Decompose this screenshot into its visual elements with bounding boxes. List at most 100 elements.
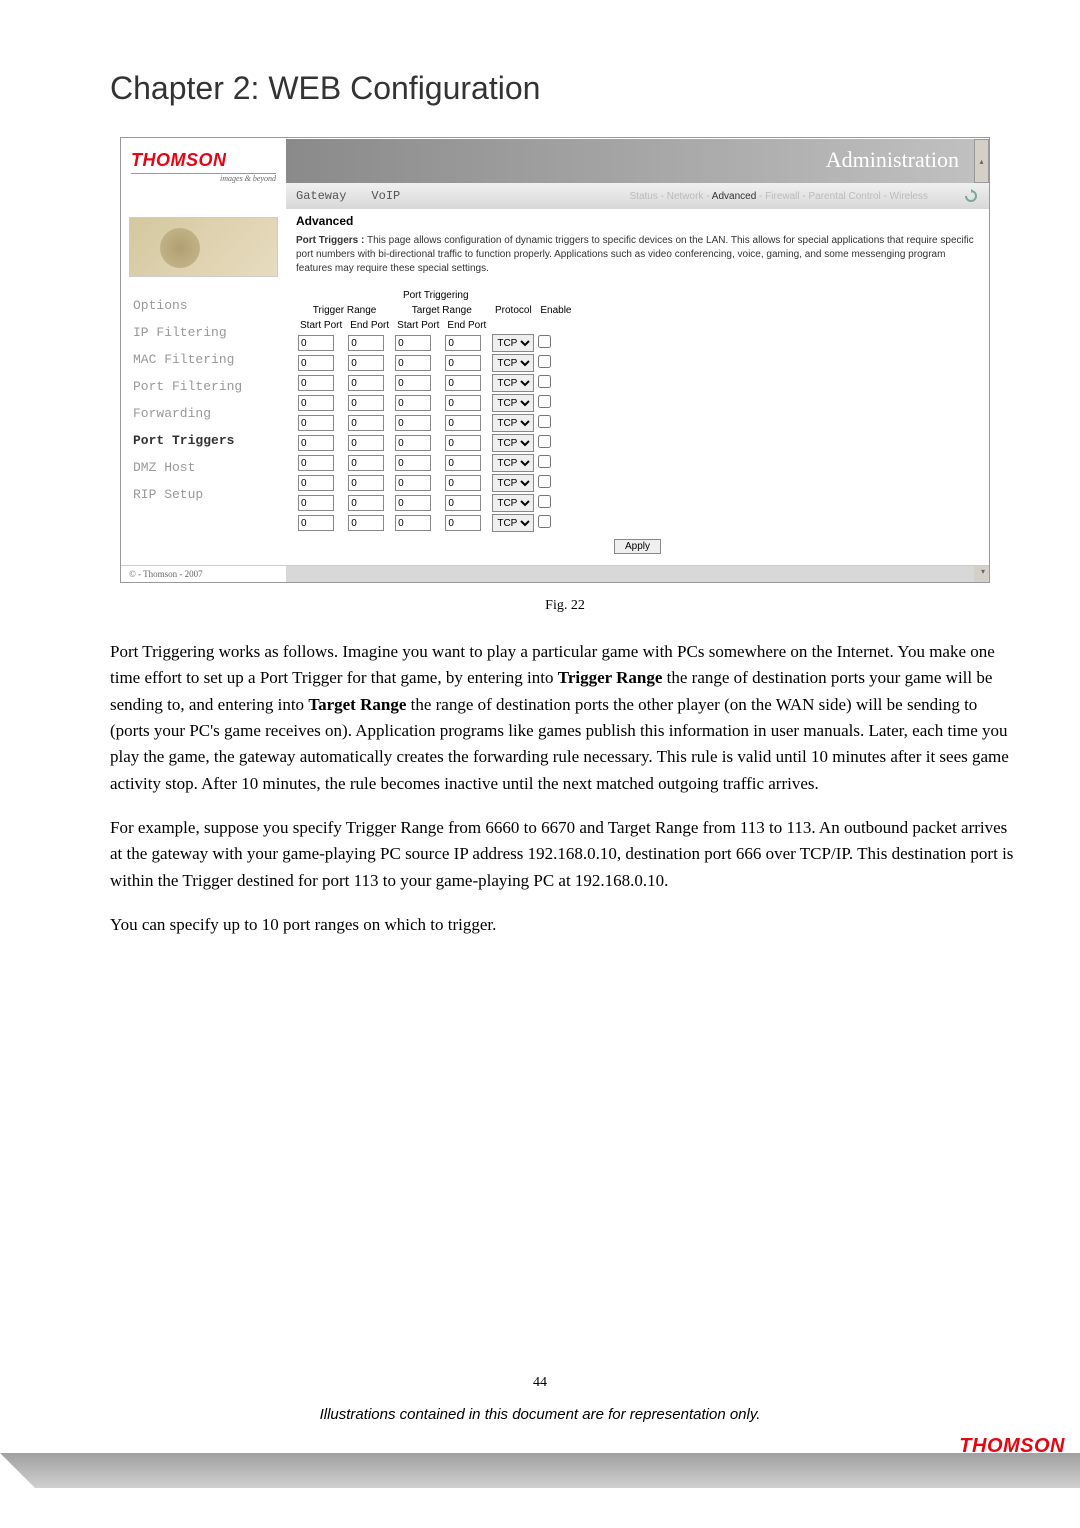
nav-voip[interactable]: VoIP (371, 189, 400, 203)
target-start-input[interactable] (395, 415, 431, 431)
target-end-input[interactable] (445, 335, 481, 351)
protocol-select[interactable]: TCP (492, 394, 534, 412)
page-number: 44 (0, 1375, 1080, 1391)
trigger-start-input[interactable] (298, 455, 334, 471)
th-enable: Enable (536, 303, 575, 318)
trigger-end-input[interactable] (348, 395, 384, 411)
section-title: Advanced (296, 214, 979, 228)
target-start-input[interactable] (395, 395, 431, 411)
trigger-end-input[interactable] (348, 335, 384, 351)
th-end-port-1: End Port (346, 318, 393, 333)
target-end-input[interactable] (445, 435, 481, 451)
sidebar-item-options[interactable]: Options (129, 292, 278, 319)
sidebar-item-ip-filtering[interactable]: IP Filtering (129, 319, 278, 346)
trigger-end-input[interactable] (348, 475, 384, 491)
protocol-select[interactable]: TCP (492, 474, 534, 492)
footer-bar: THOMSON (0, 1453, 1080, 1488)
sidebar-item-port-triggers[interactable]: Port Triggers (129, 427, 278, 454)
enable-checkbox[interactable] (538, 415, 551, 428)
trigger-end-input[interactable] (348, 515, 384, 531)
nav-gateway[interactable]: Gateway (296, 189, 346, 203)
scroll-down-icon[interactable] (286, 566, 989, 582)
target-start-input[interactable] (395, 335, 431, 351)
target-end-input[interactable] (445, 355, 481, 371)
trigger-end-input[interactable] (348, 375, 384, 391)
target-start-input[interactable] (395, 455, 431, 471)
sidebar: Options IP Filtering MAC Filtering Port … (121, 209, 286, 565)
target-start-input[interactable] (395, 495, 431, 511)
trigger-end-input[interactable] (348, 415, 384, 431)
enable-checkbox[interactable] (538, 355, 551, 368)
protocol-select[interactable]: TCP (492, 514, 534, 532)
enable-checkbox[interactable] (538, 335, 551, 348)
scroll-up-icon[interactable] (974, 139, 989, 183)
trigger-end-input[interactable] (348, 435, 384, 451)
target-start-input[interactable] (395, 435, 431, 451)
target-end-input[interactable] (445, 395, 481, 411)
sidebar-image (129, 217, 278, 277)
chapter-title: Chapter 2: WEB Configuration (110, 70, 1020, 107)
footer-note: Illustrations contained in this document… (0, 1406, 1080, 1423)
target-start-input[interactable] (395, 355, 431, 371)
admin-ui-window: THOMSON images & beyond Administration G… (120, 137, 990, 583)
paragraph-3: You can specify up to 10 port ranges on … (110, 912, 1020, 938)
target-end-input[interactable] (445, 455, 481, 471)
target-end-input[interactable] (445, 515, 481, 531)
trigger-start-input[interactable] (298, 435, 334, 451)
trigger-start-input[interactable] (298, 495, 334, 511)
reload-icon[interactable] (963, 188, 979, 204)
protocol-select[interactable]: TCP (492, 414, 534, 432)
th-port-triggering: Port Triggering (296, 288, 575, 303)
trigger-start-input[interactable] (298, 475, 334, 491)
trigger-end-input[interactable] (348, 495, 384, 511)
protocol-select[interactable]: TCP (492, 354, 534, 372)
target-start-input[interactable] (395, 475, 431, 491)
trigger-start-input[interactable] (298, 395, 334, 411)
table-row: TCP (296, 413, 575, 433)
table-row: TCP (296, 393, 575, 413)
enable-checkbox[interactable] (538, 515, 551, 528)
enable-checkbox[interactable] (538, 375, 551, 388)
target-end-input[interactable] (445, 415, 481, 431)
enable-checkbox[interactable] (538, 395, 551, 408)
trigger-start-input[interactable] (298, 515, 334, 531)
enable-checkbox[interactable] (538, 495, 551, 508)
sidebar-item-forwarding[interactable]: Forwarding (129, 400, 278, 427)
table-row: TCP (296, 513, 575, 533)
protocol-select[interactable]: TCP (492, 374, 534, 392)
protocol-select[interactable]: TCP (492, 494, 534, 512)
target-end-input[interactable] (445, 475, 481, 491)
apply-button[interactable]: Apply (614, 539, 661, 554)
target-start-input[interactable] (395, 515, 431, 531)
sidebar-item-mac-filtering[interactable]: MAC Filtering (129, 346, 278, 373)
nav-advanced[interactable]: Advanced (712, 191, 756, 202)
protocol-select[interactable]: TCP (492, 334, 534, 352)
nav-status[interactable]: Status (630, 191, 658, 202)
sidebar-item-dmz-host[interactable]: DMZ Host (129, 454, 278, 481)
enable-checkbox[interactable] (538, 455, 551, 468)
nav-firewall[interactable]: Firewall (765, 191, 799, 202)
trigger-start-input[interactable] (298, 415, 334, 431)
enable-checkbox[interactable] (538, 475, 551, 488)
sidebar-item-rip-setup[interactable]: RIP Setup (129, 481, 278, 508)
sidebar-item-port-filtering[interactable]: Port Filtering (129, 373, 278, 400)
copyright: © - Thomson - 2007 (129, 569, 286, 579)
protocol-select[interactable]: TCP (492, 454, 534, 472)
trigger-start-input[interactable] (298, 355, 334, 371)
paragraph-1: Port Triggering works as follows. Imagin… (110, 639, 1020, 797)
protocol-select[interactable]: TCP (492, 434, 534, 452)
enable-checkbox[interactable] (538, 435, 551, 448)
target-start-input[interactable] (395, 375, 431, 391)
table-row: TCP (296, 353, 575, 373)
target-end-input[interactable] (445, 495, 481, 511)
section-desc: Port Triggers : This page allows configu… (296, 234, 979, 276)
trigger-start-input[interactable] (298, 335, 334, 351)
target-end-input[interactable] (445, 375, 481, 391)
nav-network[interactable]: Network (667, 191, 704, 202)
nav-parental[interactable]: Parental Control (809, 191, 881, 202)
trigger-end-input[interactable] (348, 355, 384, 371)
nav-wireless[interactable]: Wireless (890, 191, 928, 202)
footer-brand-logo: THOMSON (959, 1435, 1065, 1458)
trigger-start-input[interactable] (298, 375, 334, 391)
trigger-end-input[interactable] (348, 455, 384, 471)
